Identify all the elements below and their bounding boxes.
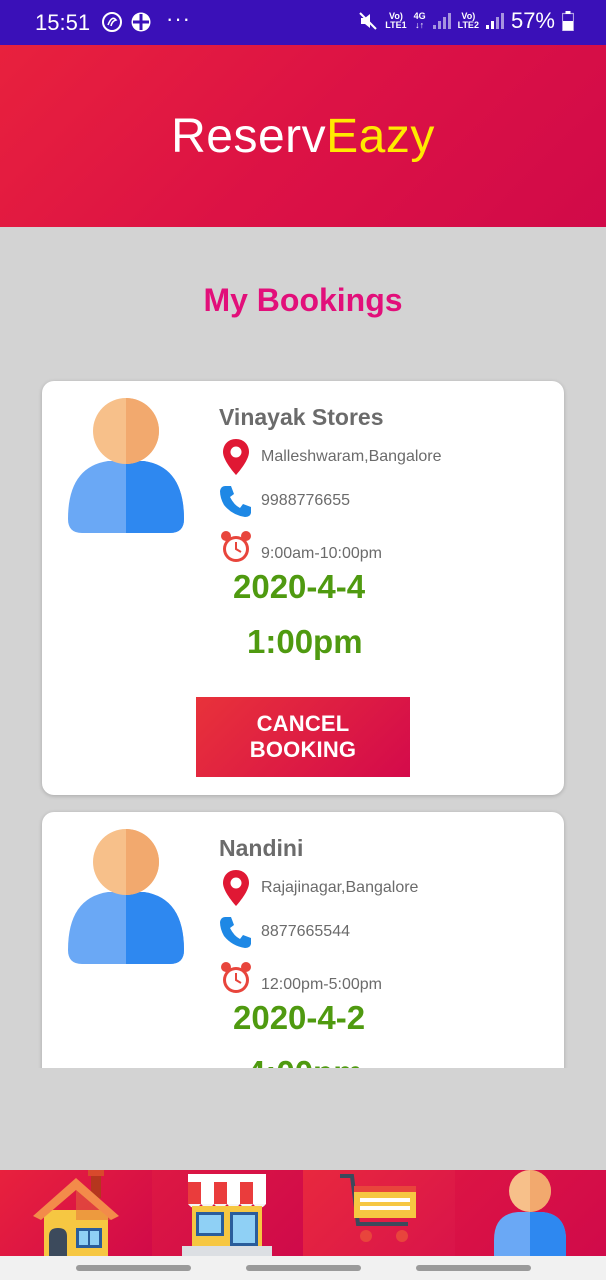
avatar: [68, 829, 184, 964]
location-pin-icon: [218, 439, 254, 475]
phone-text: 8877665544: [261, 923, 350, 940]
phone-row: 9988776655: [218, 483, 350, 519]
shop-name: Nandini: [219, 835, 304, 861]
location-text: Malleshwaram,Bangalore: [261, 448, 442, 465]
cart-icon: [339, 1174, 416, 1242]
shop-name: Vinayak Stores: [219, 404, 384, 430]
alarm-clock-icon: [218, 529, 254, 565]
booking-date: 2020-4-4: [233, 568, 366, 605]
system-navigation-bar: [0, 1256, 606, 1280]
booking-time: 4:00pm: [247, 1054, 363, 1068]
nav-profile[interactable]: [454, 1170, 606, 1256]
cancel-booking-button[interactable]: CANCEL BOOKING: [196, 697, 410, 777]
bottom-navigation: [0, 1170, 606, 1256]
hours-row: 9:00am-10:00pm: [218, 529, 382, 565]
phone-text: 9988776655: [261, 492, 350, 509]
home-icon: [32, 1170, 119, 1256]
avatar: [68, 398, 184, 533]
home-nav-button[interactable]: [246, 1265, 361, 1271]
nav-home[interactable]: [0, 1170, 152, 1256]
store-icon: [182, 1174, 273, 1256]
phone-row: 8877665544: [218, 914, 350, 950]
booking-date: 2020-4-2: [233, 999, 366, 1036]
phone-icon: [218, 914, 254, 950]
location-row: Rajajinagar,Bangalore: [218, 870, 418, 906]
location-text: Rajajinagar,Bangalore: [261, 879, 419, 896]
profile-icon: [494, 1170, 567, 1256]
location-row: Malleshwaram,Bangalore: [218, 439, 442, 475]
back-nav-button[interactable]: [416, 1265, 531, 1271]
booking-time: 1:00pm: [247, 623, 363, 660]
hours-row: 12:00pm-5:00pm: [218, 960, 382, 996]
hours-text: 9:00am-10:00pm: [261, 545, 382, 562]
page-title: My Bookings: [203, 282, 403, 318]
recents-nav-button[interactable]: [76, 1265, 191, 1271]
nav-stores[interactable]: [151, 1170, 303, 1256]
nav-cart[interactable]: [303, 1170, 455, 1256]
alarm-clock-icon: [218, 960, 254, 996]
hours-text: 12:00pm-5:00pm: [261, 976, 382, 993]
booking-card: Nandini Rajajinagar,Bangalore 8877665544…: [42, 812, 564, 1068]
phone-icon: [218, 483, 254, 519]
booking-card: Vinayak Stores Malleshwaram,Bangalore 99…: [42, 381, 564, 795]
bookings-scroll-area[interactable]: My Bookings Vinayak Stores Malleshwaram,…: [0, 0, 606, 1068]
location-pin-icon: [218, 870, 254, 906]
